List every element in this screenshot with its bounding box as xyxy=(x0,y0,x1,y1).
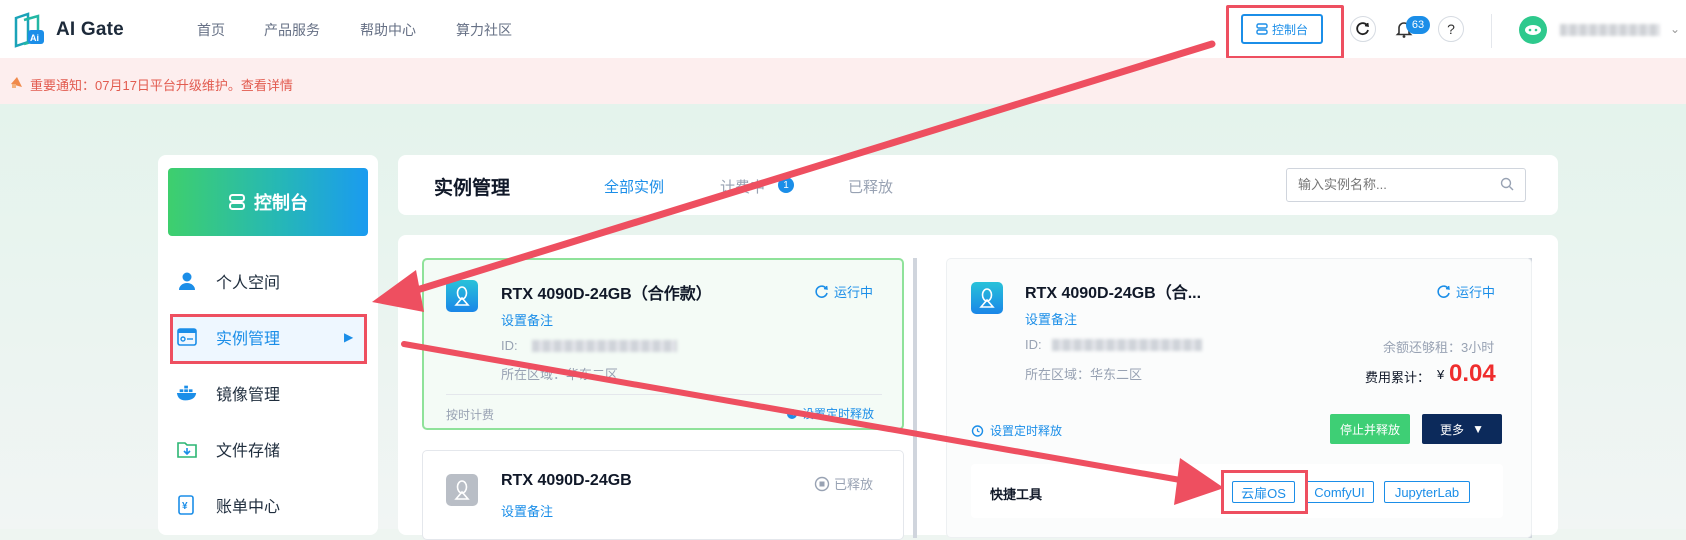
active-arrow-icon: ▶ xyxy=(344,330,354,344)
linux-icon xyxy=(971,282,1003,314)
instance-region: 所在区域：华东二区 xyxy=(1025,367,1143,382)
folder-icon xyxy=(176,438,198,460)
tool-highlight xyxy=(1221,470,1308,514)
instance-id-blurred xyxy=(532,340,677,352)
docker-icon xyxy=(176,382,198,404)
running-icon xyxy=(1437,284,1450,298)
cost-value: 0.04 xyxy=(1449,360,1496,387)
username-blurred[interactable] xyxy=(1560,24,1660,36)
user-icon xyxy=(176,270,198,292)
tool-comfyui[interactable]: ComfyUI xyxy=(1305,481,1374,503)
avatar[interactable] xyxy=(1519,16,1547,44)
instance-region: 所在区域：华东二区 xyxy=(501,367,619,382)
tab-billing-badge: 1 xyxy=(778,177,794,193)
schedule-release-link[interactable]: 设置定时释放 xyxy=(786,405,874,422)
top-navbar xyxy=(0,0,1686,58)
instance-id-label: ID: xyxy=(1025,337,1042,352)
alarm-clock-icon xyxy=(971,425,984,437)
sidebar-item-instances[interactable]: 实例管理 xyxy=(176,322,280,352)
balance-remaining: 余额还够租：3小时 xyxy=(1383,340,1495,355)
status-text: 已释放 xyxy=(834,477,874,492)
sidebar-console-header[interactable]: 控制台 xyxy=(168,168,368,236)
nav-help-center[interactable]: 帮助中心 xyxy=(360,20,416,40)
sidebar-item-label: 个人空间 xyxy=(216,275,281,292)
instance-id-label: ID: xyxy=(501,338,518,353)
sidebar-item-label: 镜像管理 xyxy=(216,387,281,404)
set-note-link[interactable]: 设置备注 xyxy=(501,501,553,520)
caret-down-icon: ▼ xyxy=(1472,422,1484,436)
help-icon[interactable]: ? xyxy=(1438,16,1464,42)
instance-id-blurred xyxy=(1052,339,1202,351)
svg-text:Ai: Ai xyxy=(30,33,39,43)
bill-icon: ¥ xyxy=(176,494,198,516)
cost-label: 费用累计： xyxy=(1365,370,1431,385)
status-running: 运行中 xyxy=(1436,282,1495,301)
search-icon[interactable] xyxy=(1500,177,1514,191)
tab-released[interactable]: 已释放 xyxy=(848,176,893,197)
instance-icon xyxy=(176,326,198,348)
tab-billing[interactable]: 计费中 xyxy=(720,176,765,197)
schedule-release-link[interactable]: 设置定时释放 xyxy=(971,422,1062,439)
sidebar-item-label: 文件存储 xyxy=(216,443,281,460)
instance-title: RTX 4090D-24GB（合作款） xyxy=(501,286,712,303)
clock-icon xyxy=(787,408,797,419)
nav-divider xyxy=(1491,14,1492,48)
set-note-link[interactable]: 设置备注 xyxy=(501,310,553,329)
status-text: 运行中 xyxy=(834,285,874,300)
server-icon xyxy=(229,194,245,210)
card-divider xyxy=(446,394,882,395)
megaphone-icon xyxy=(11,77,22,88)
search-input[interactable] xyxy=(1298,177,1488,192)
notice-text[interactable]: 重要通知：07月17日平台升级维护。查看详情 xyxy=(30,75,293,94)
billing-mode: 按时计费 xyxy=(446,408,495,422)
linux-icon xyxy=(446,280,478,312)
page-title: 实例管理 xyxy=(434,178,511,199)
linux-icon xyxy=(446,474,478,506)
logo-icon[interactable]: Ai xyxy=(12,12,48,48)
status-text: 运行中 xyxy=(1456,285,1496,300)
nav-community[interactable]: 算力社区 xyxy=(456,20,512,40)
sidebar-item-label: 实例管理 xyxy=(216,331,281,348)
nav-home[interactable]: 首页 xyxy=(197,20,225,40)
more-button-label: 更多 xyxy=(1440,422,1465,437)
sidebar-item-label: 账单中心 xyxy=(216,499,281,516)
instance-card-released[interactable] xyxy=(422,450,904,540)
sidebar-item-personal-space[interactable]: 个人空间 xyxy=(176,266,280,296)
currency-symbol: ¥ xyxy=(1437,367,1445,382)
logo-text[interactable]: AI Gate xyxy=(56,19,124,41)
more-dropdown-button[interactable]: 更多 ▼ xyxy=(1422,414,1502,444)
notification-badge: 63 xyxy=(1406,16,1430,34)
set-note-link[interactable]: 设置备注 xyxy=(1025,309,1077,328)
tool-jupyterlab[interactable]: JupyterLab xyxy=(1384,481,1470,503)
sidebar-item-storage[interactable]: 文件存储 xyxy=(176,434,280,464)
instance-title: RTX 4090D-24GB xyxy=(501,472,632,489)
sidebar-item-images[interactable]: 镜像管理 xyxy=(176,378,280,408)
user-menu-chevron-icon[interactable]: ⌄ xyxy=(1670,22,1680,36)
list-scrollbar[interactable] xyxy=(913,258,917,538)
console-button-label: 控制台 xyxy=(1271,22,1308,37)
detail-title: RTX 4090D-24GB（合... xyxy=(1025,285,1202,302)
console-button[interactable]: 控制台 xyxy=(1241,14,1323,44)
svg-text:¥: ¥ xyxy=(182,501,188,512)
status-released: 已释放 xyxy=(814,474,873,493)
quick-tools-label: 快捷工具 xyxy=(990,487,1043,502)
nav-products[interactable]: 产品服务 xyxy=(264,20,320,40)
tab-all-instances[interactable]: 全部实例 xyxy=(604,176,664,197)
running-icon xyxy=(815,284,828,298)
status-running: 运行中 xyxy=(814,282,873,301)
stopped-icon xyxy=(814,476,830,491)
refresh-circle-icon[interactable] xyxy=(1350,16,1376,42)
stop-release-button[interactable]: 停止并释放 xyxy=(1330,414,1410,444)
sidebar-console-label: 控制台 xyxy=(254,193,308,213)
sidebar-item-billing[interactable]: ¥ 账单中心 xyxy=(176,490,280,520)
server-icon xyxy=(1256,23,1268,35)
